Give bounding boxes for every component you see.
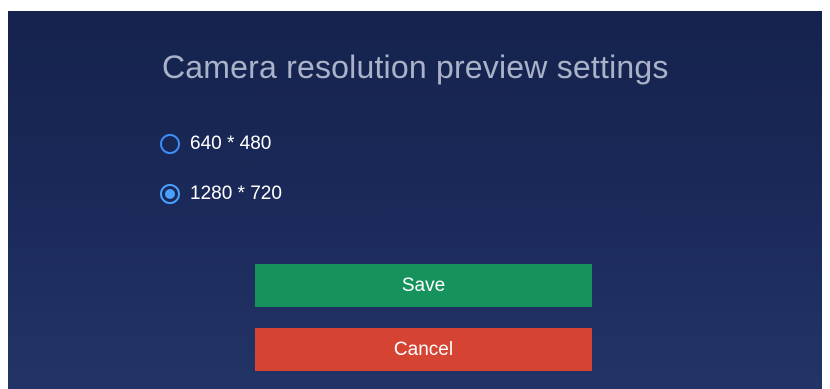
cancel-button[interactable]: Cancel <box>255 328 592 371</box>
radio-option-label: 640 * 480 <box>190 133 272 154</box>
radio-unchecked-icon[interactable] <box>160 134 180 154</box>
resolution-radio-group: 640 * 480 1280 * 720 <box>160 129 282 229</box>
save-button[interactable]: Save <box>255 264 592 307</box>
radio-checked-icon[interactable] <box>160 184 180 204</box>
dialog-title: Camera resolution preview settings <box>162 49 669 85</box>
radio-dot-icon <box>165 189 175 199</box>
radio-option-label: 1280 * 720 <box>190 183 282 204</box>
resolution-settings-dialog: Camera resolution preview settings 640 *… <box>8 11 822 389</box>
radio-option-640x480[interactable]: 640 * 480 <box>160 129 282 159</box>
radio-option-1280x720[interactable]: 1280 * 720 <box>160 179 282 209</box>
